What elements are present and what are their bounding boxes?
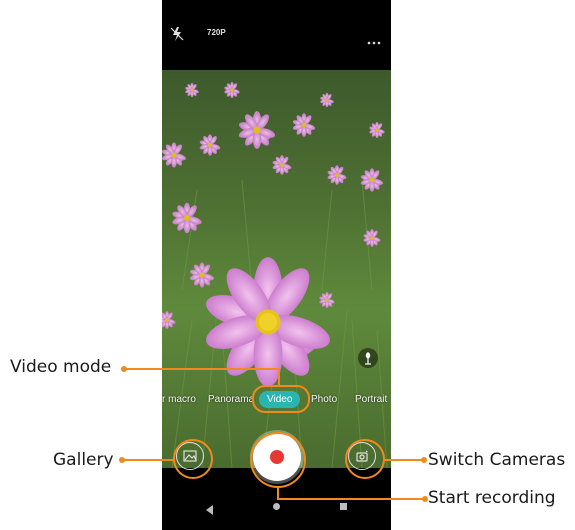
callout-dot-start-recording [422,496,428,502]
gallery-highlight [173,439,213,479]
callout-line-record [277,498,425,500]
mode-panorama[interactable]: Panorama [208,394,254,405]
mode-portrait[interactable]: Portrait [355,394,387,405]
callout-label-gallery: Gallery [53,450,114,470]
callout-label-switch-cameras: Switch Cameras [428,450,566,470]
callout-label-start-recording: Start recording [428,488,556,508]
nav-home-icon[interactable] [273,503,280,510]
nav-back-icon[interactable] [206,502,214,520]
callout-label-video-mode: Video mode [10,357,112,377]
callout-figure: { "callouts": { "video_mode": "Video mod… [0,0,575,530]
video-mode-highlight [252,385,310,413]
more-dots-icon[interactable] [367,32,381,45]
mode-macro[interactable]: r macro [162,394,196,405]
resolution-label[interactable]: 720P [207,28,226,37]
mode-photo[interactable]: Photo [311,394,337,405]
callout-line-gallery [122,459,174,461]
flash-off-icon[interactable] [170,26,184,42]
record-highlight [250,432,306,488]
nav-recents-icon[interactable] [340,503,347,510]
callout-dot-switch-cameras [421,457,427,463]
camera-top-bar: 720P [162,0,391,70]
switch-highlight [345,439,385,479]
scene-detect-icon[interactable] [358,348,378,368]
callout-line-switch [384,459,424,461]
callout-line-video-mode-v [278,368,280,386]
callout-line-video-mode [124,368,279,370]
